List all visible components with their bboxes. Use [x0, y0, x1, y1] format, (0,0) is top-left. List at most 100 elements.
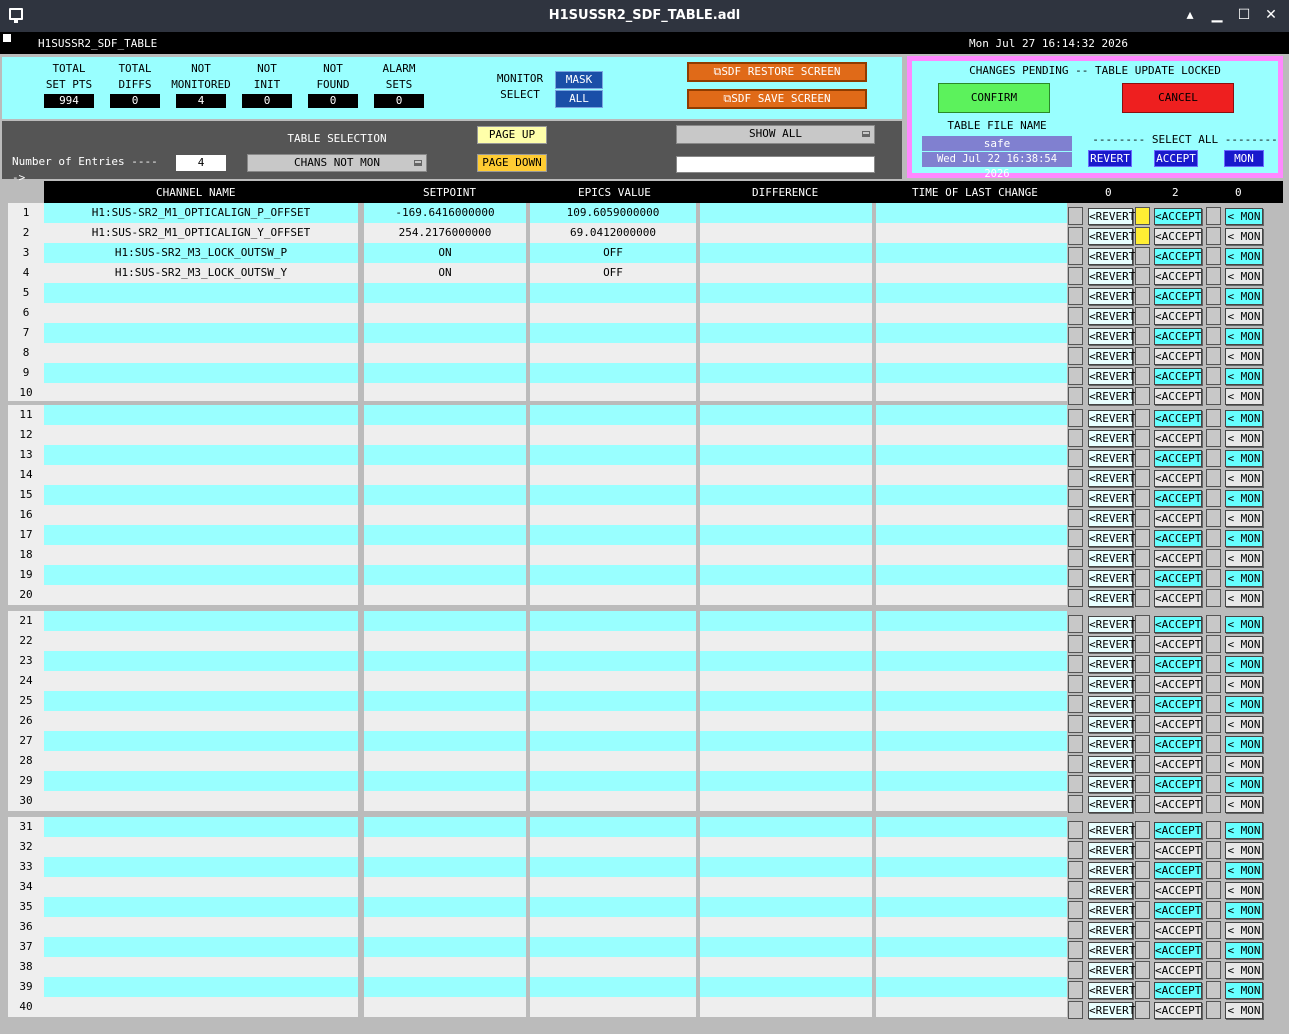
- accept-button[interactable]: <ACCEPT: [1154, 982, 1202, 999]
- revert-checkbox[interactable]: [1068, 549, 1083, 567]
- revert-checkbox[interactable]: [1068, 287, 1083, 305]
- revert-checkbox[interactable]: [1068, 409, 1083, 427]
- mon-checkbox[interactable]: [1206, 529, 1221, 547]
- title-bar[interactable]: H1SUSSR2_SDF_TABLE.adl ▴ ▁ ☐ ✕: [0, 0, 1289, 32]
- mon-checkbox[interactable]: [1206, 469, 1221, 487]
- revert-button[interactable]: <REVERT: [1088, 902, 1135, 919]
- accept-button[interactable]: <ACCEPT: [1154, 430, 1202, 447]
- accept-checkbox[interactable]: [1135, 715, 1150, 733]
- mon-checkbox[interactable]: [1206, 549, 1221, 567]
- revert-checkbox[interactable]: [1068, 775, 1083, 793]
- mon-button[interactable]: < MON: [1225, 942, 1263, 959]
- revert-button[interactable]: <REVERT: [1088, 616, 1135, 633]
- mon-button[interactable]: < MON: [1225, 882, 1263, 899]
- revert-button[interactable]: <REVERT: [1088, 268, 1135, 285]
- accept-checkbox[interactable]: [1135, 387, 1150, 405]
- revert-checkbox[interactable]: [1068, 1001, 1083, 1019]
- mon-button[interactable]: < MON: [1225, 490, 1263, 507]
- accept-button[interactable]: <ACCEPT: [1154, 862, 1202, 879]
- accept-checkbox[interactable]: [1135, 921, 1150, 939]
- accept-button[interactable]: <ACCEPT: [1154, 636, 1202, 653]
- revert-button[interactable]: <REVERT: [1088, 470, 1135, 487]
- accept-button[interactable]: <ACCEPT: [1154, 696, 1202, 713]
- revert-button[interactable]: <REVERT: [1088, 570, 1135, 587]
- revert-button[interactable]: <REVERT: [1088, 368, 1135, 385]
- accept-button[interactable]: <ACCEPT: [1154, 616, 1202, 633]
- mon-checkbox[interactable]: [1206, 921, 1221, 939]
- revert-checkbox[interactable]: [1068, 307, 1083, 325]
- mon-checkbox[interactable]: [1206, 901, 1221, 919]
- accept-checkbox[interactable]: [1135, 569, 1150, 587]
- accept-checkbox[interactable]: [1135, 469, 1150, 487]
- revert-button[interactable]: <REVERT: [1088, 328, 1135, 345]
- page-up-button[interactable]: PAGE UP: [477, 126, 547, 144]
- accept-button[interactable]: <ACCEPT: [1154, 510, 1202, 527]
- revert-checkbox[interactable]: [1068, 841, 1083, 859]
- mon-checkbox[interactable]: [1206, 735, 1221, 753]
- revert-button[interactable]: <REVERT: [1088, 796, 1135, 813]
- revert-checkbox[interactable]: [1068, 227, 1083, 245]
- mon-button[interactable]: < MON: [1225, 268, 1263, 285]
- mon-checkbox[interactable]: [1206, 207, 1221, 225]
- accept-checkbox[interactable]: [1135, 449, 1150, 467]
- accept-checkbox[interactable]: [1135, 775, 1150, 793]
- accept-button[interactable]: <ACCEPT: [1154, 942, 1202, 959]
- revert-checkbox[interactable]: [1068, 795, 1083, 813]
- revert-button[interactable]: <REVERT: [1088, 962, 1135, 979]
- revert-button[interactable]: <REVERT: [1088, 510, 1135, 527]
- mon-button[interactable]: < MON: [1225, 248, 1263, 265]
- accept-button[interactable]: <ACCEPT: [1154, 842, 1202, 859]
- accept-button[interactable]: <ACCEPT: [1154, 308, 1202, 325]
- revert-checkbox[interactable]: [1068, 589, 1083, 607]
- accept-checkbox[interactable]: [1135, 655, 1150, 673]
- revert-button[interactable]: <REVERT: [1088, 550, 1135, 567]
- accept-button[interactable]: <ACCEPT: [1154, 368, 1202, 385]
- mon-button[interactable]: < MON: [1225, 430, 1263, 447]
- menu-square-icon[interactable]: [3, 34, 11, 42]
- accept-checkbox[interactable]: [1135, 675, 1150, 693]
- revert-checkbox[interactable]: [1068, 941, 1083, 959]
- accept-checkbox[interactable]: [1135, 287, 1150, 305]
- mon-checkbox[interactable]: [1206, 861, 1221, 879]
- revert-button[interactable]: <REVERT: [1088, 590, 1135, 607]
- mon-checkbox[interactable]: [1206, 715, 1221, 733]
- revert-button[interactable]: <REVERT: [1088, 776, 1135, 793]
- revert-button[interactable]: <REVERT: [1088, 410, 1135, 427]
- mon-button[interactable]: < MON: [1225, 208, 1263, 225]
- revert-button[interactable]: <REVERT: [1088, 288, 1135, 305]
- accept-checkbox[interactable]: [1135, 327, 1150, 345]
- accept-button[interactable]: <ACCEPT: [1154, 882, 1202, 899]
- accept-button[interactable]: <ACCEPT: [1154, 570, 1202, 587]
- revert-checkbox[interactable]: [1068, 449, 1083, 467]
- accept-button[interactable]: <ACCEPT: [1154, 388, 1202, 405]
- revert-checkbox[interactable]: [1068, 327, 1083, 345]
- mon-button[interactable]: < MON: [1225, 616, 1263, 633]
- mon-checkbox[interactable]: [1206, 695, 1221, 713]
- accept-checkbox[interactable]: [1135, 247, 1150, 265]
- mon-checkbox[interactable]: [1206, 387, 1221, 405]
- mon-checkbox[interactable]: [1206, 429, 1221, 447]
- mon-checkbox[interactable]: [1206, 347, 1221, 365]
- revert-checkbox[interactable]: [1068, 207, 1083, 225]
- mon-checkbox[interactable]: [1206, 367, 1221, 385]
- revert-button[interactable]: <REVERT: [1088, 862, 1135, 879]
- accept-button[interactable]: <ACCEPT: [1154, 796, 1202, 813]
- accept-checkbox[interactable]: [1135, 795, 1150, 813]
- accept-button[interactable]: <ACCEPT: [1154, 962, 1202, 979]
- mon-button[interactable]: < MON: [1225, 636, 1263, 653]
- accept-checkbox[interactable]: [1135, 881, 1150, 899]
- revert-checkbox[interactable]: [1068, 861, 1083, 879]
- revert-button[interactable]: <REVERT: [1088, 308, 1135, 325]
- mon-button[interactable]: < MON: [1225, 550, 1263, 567]
- accept-checkbox[interactable]: [1135, 207, 1150, 225]
- revert-checkbox[interactable]: [1068, 387, 1083, 405]
- accept-button[interactable]: <ACCEPT: [1154, 348, 1202, 365]
- revert-checkbox[interactable]: [1068, 469, 1083, 487]
- accept-checkbox[interactable]: [1135, 735, 1150, 753]
- revert-checkbox[interactable]: [1068, 655, 1083, 673]
- accept-checkbox[interactable]: [1135, 1001, 1150, 1019]
- mon-button[interactable]: < MON: [1225, 736, 1263, 753]
- mon-button[interactable]: < MON: [1225, 902, 1263, 919]
- revert-button[interactable]: <REVERT: [1088, 228, 1135, 245]
- accept-button[interactable]: <ACCEPT: [1154, 288, 1202, 305]
